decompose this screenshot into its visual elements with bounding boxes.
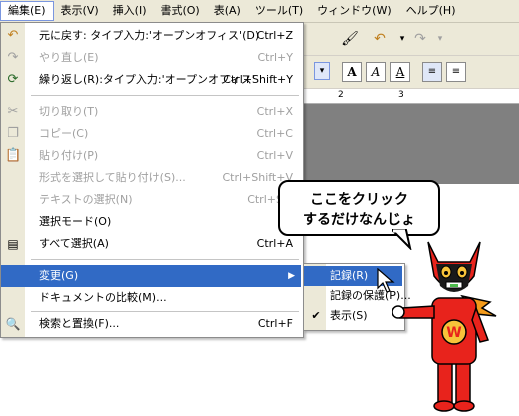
menu-item-changes[interactable]: 変更(G) ▶ bbox=[1, 265, 301, 287]
menu-item-shortcut: Ctrl+V bbox=[256, 149, 293, 162]
menu-item-compare-document[interactable]: ドキュメントの比較(M)... bbox=[1, 287, 301, 309]
menu-item-select-text[interactable]: テキストの選択(N) Ctrl+Shi bbox=[1, 189, 301, 211]
menu-item-shortcut: Ctrl+F bbox=[257, 317, 293, 330]
underline-icon[interactable]: A bbox=[390, 62, 410, 82]
menu-item-label: すべて選択(A) bbox=[39, 237, 109, 250]
menu-item-copy[interactable]: ❐ コピー(C) Ctrl+C bbox=[1, 123, 301, 145]
standard-toolbar: 🖌 ↶ ▾ ↷ ▾ bbox=[300, 23, 519, 56]
menu-item-repeat[interactable]: ⟳ 繰り返し(R):タイプ入力:'オープンオフィス' Ctrl+Shift+Y bbox=[1, 69, 301, 91]
chevron-down-icon[interactable]: ▾ bbox=[392, 29, 412, 49]
menu-insert[interactable]: 挿入(I) bbox=[106, 2, 154, 20]
bold-icon[interactable]: A bbox=[342, 62, 362, 82]
menu-item-paste[interactable]: 📋 貼り付け(P) Ctrl+V bbox=[1, 145, 301, 167]
menu-item-shortcut: Ctrl+C bbox=[256, 127, 293, 140]
menu-edit[interactable]: 編集(E) bbox=[0, 1, 54, 21]
menu-item-shortcut: Ctrl+X bbox=[256, 105, 293, 118]
menu-item-shortcut: Ctrl+A bbox=[256, 237, 293, 250]
menu-tools[interactable]: ツール(T) bbox=[248, 2, 310, 20]
undo-toolbar-icon[interactable]: ↶ bbox=[370, 29, 390, 49]
align-left-icon[interactable]: ≡ bbox=[422, 62, 442, 82]
menu-item-label: 変更(G) bbox=[39, 269, 79, 282]
menu-view[interactable]: 表示(V) bbox=[54, 2, 106, 20]
menu-table[interactable]: 表(A) bbox=[207, 2, 248, 20]
menu-item-label: コピー(C) bbox=[39, 127, 89, 140]
ruler-mark: 3 bbox=[398, 90, 404, 100]
redo-icon: ↷ bbox=[7, 50, 19, 65]
copy-icon: ❐ bbox=[7, 126, 19, 141]
menu-item-label: 切り取り(T) bbox=[39, 105, 99, 118]
menu-item-selection-mode[interactable]: 選択モード(O) bbox=[1, 211, 301, 233]
repeat-icon: ⟳ bbox=[7, 72, 19, 87]
menu-item-label: 貼り付け(P) bbox=[39, 149, 99, 162]
align-center-icon[interactable]: ≡ bbox=[446, 62, 466, 82]
menu-item-label: 形式を選択して貼り付け(S)... bbox=[39, 171, 186, 184]
menu-item-undo[interactable]: ↶ 元に戻す: タイプ入力:'オープンオフィス'(D) Ctrl+Z bbox=[1, 25, 301, 47]
submenu-item-label: 記録(R) bbox=[330, 269, 369, 282]
bubble-line-2: するだけなんじょ bbox=[303, 212, 415, 228]
paint-bucket-icon[interactable]: 🖌 bbox=[340, 29, 360, 49]
ruler: 2 3 bbox=[300, 89, 519, 104]
menu-separator bbox=[31, 311, 299, 312]
menu-item-label: テキストの選択(N) bbox=[39, 193, 133, 206]
svg-text:W: W bbox=[446, 325, 461, 341]
chevron-down-icon[interactable]: ▾ bbox=[430, 29, 450, 49]
italic-icon[interactable]: A bbox=[366, 62, 386, 82]
menu-item-select-all[interactable]: ▤ すべて選択(A) Ctrl+A bbox=[1, 233, 301, 255]
cut-icon: ✂ bbox=[7, 104, 19, 119]
submenu-item-label: 表示(S) bbox=[330, 309, 368, 322]
speech-bubble: ここをクリック するだけなんじょ bbox=[278, 180, 440, 236]
menu-item-label: 検索と置換(F)... bbox=[39, 317, 120, 330]
checkmark-icon: ✔ bbox=[311, 309, 321, 322]
menu-item-shortcut: Ctrl+Z bbox=[256, 29, 293, 42]
menu-item-label: ドキュメントの比較(M)... bbox=[39, 291, 167, 304]
menu-item-label: 選択モード(O) bbox=[39, 215, 112, 228]
edit-menu: ↶ 元に戻す: タイプ入力:'オープンオフィス'(D) Ctrl+Z ↷ やり直… bbox=[0, 22, 304, 338]
menu-item-redo[interactable]: ↷ やり直し(E) Ctrl+Y bbox=[1, 47, 301, 69]
menu-window[interactable]: ウィンドウ(W) bbox=[310, 2, 398, 20]
menu-item-shortcut: Ctrl+Y bbox=[257, 51, 293, 64]
mascot-character-icon: W bbox=[392, 241, 497, 412]
menu-separator bbox=[31, 95, 299, 96]
document-background bbox=[300, 104, 519, 184]
submenu-item-show[interactable]: ✔ 表示(S) bbox=[304, 306, 402, 326]
menu-item-label: 元に戻す: タイプ入力:'オープンオフィス'(D) bbox=[39, 29, 260, 42]
redo-toolbar-icon[interactable]: ↷ bbox=[410, 29, 430, 49]
find-replace-icon: 🔍 bbox=[5, 317, 21, 331]
menu-item-paste-special[interactable]: 形式を選択して貼り付け(S)... Ctrl+Shift+V bbox=[1, 167, 301, 189]
menu-separator bbox=[31, 259, 299, 260]
menu-item-label: やり直し(E) bbox=[39, 51, 99, 64]
ruler-mark: 2 bbox=[338, 90, 344, 100]
paste-icon: 📋 bbox=[5, 148, 22, 163]
menu-item-shortcut: Ctrl+Shift+Y bbox=[223, 73, 293, 86]
menu-item-cut[interactable]: ✂ 切り取り(T) Ctrl+X bbox=[1, 101, 301, 123]
menu-bar: 編集(E) 表示(V) 挿入(I) 書式(O) 表(A) ツール(T) ウィンド… bbox=[0, 0, 519, 23]
chevron-down-icon[interactable]: ▾ bbox=[314, 62, 330, 80]
formatting-toolbar: ▾ A A A ≡ ≡ bbox=[300, 56, 519, 89]
menu-format[interactable]: 書式(O) bbox=[153, 2, 206, 20]
undo-icon: ↶ bbox=[7, 28, 19, 43]
menu-item-find-replace[interactable]: 🔍 検索と置換(F)... Ctrl+F bbox=[1, 313, 301, 335]
bubble-line-1: ここをクリック bbox=[310, 192, 408, 208]
submenu-arrow-icon: ▶ bbox=[288, 271, 295, 281]
select-all-icon: ▤ bbox=[7, 237, 19, 251]
menu-help[interactable]: ヘルプ(H) bbox=[399, 2, 463, 20]
